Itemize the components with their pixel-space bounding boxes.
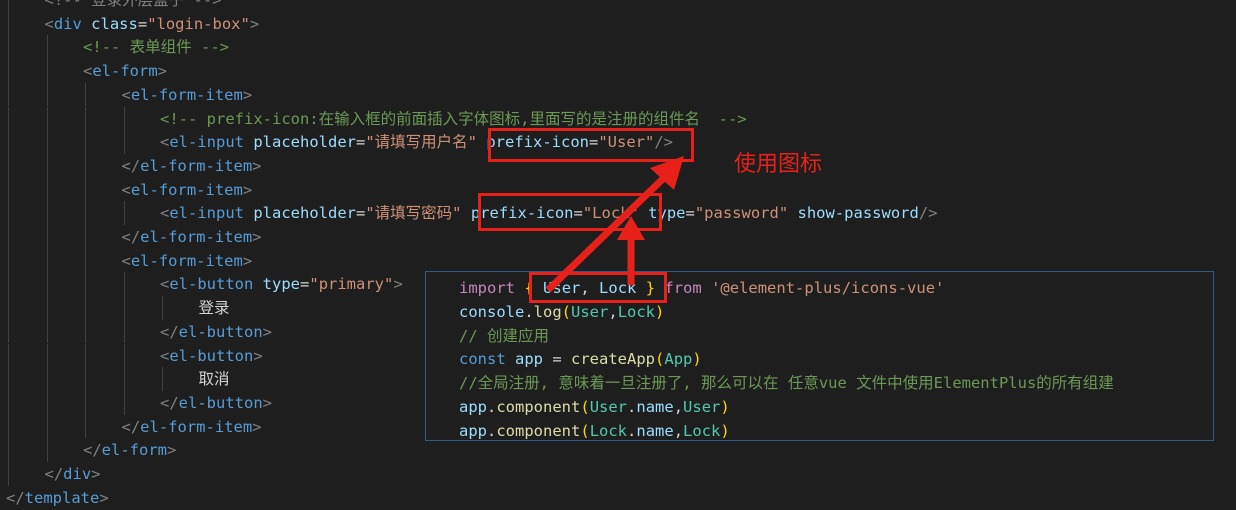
annotation-arrows [545, 156, 684, 293]
arrow-to-user [545, 167, 675, 293]
